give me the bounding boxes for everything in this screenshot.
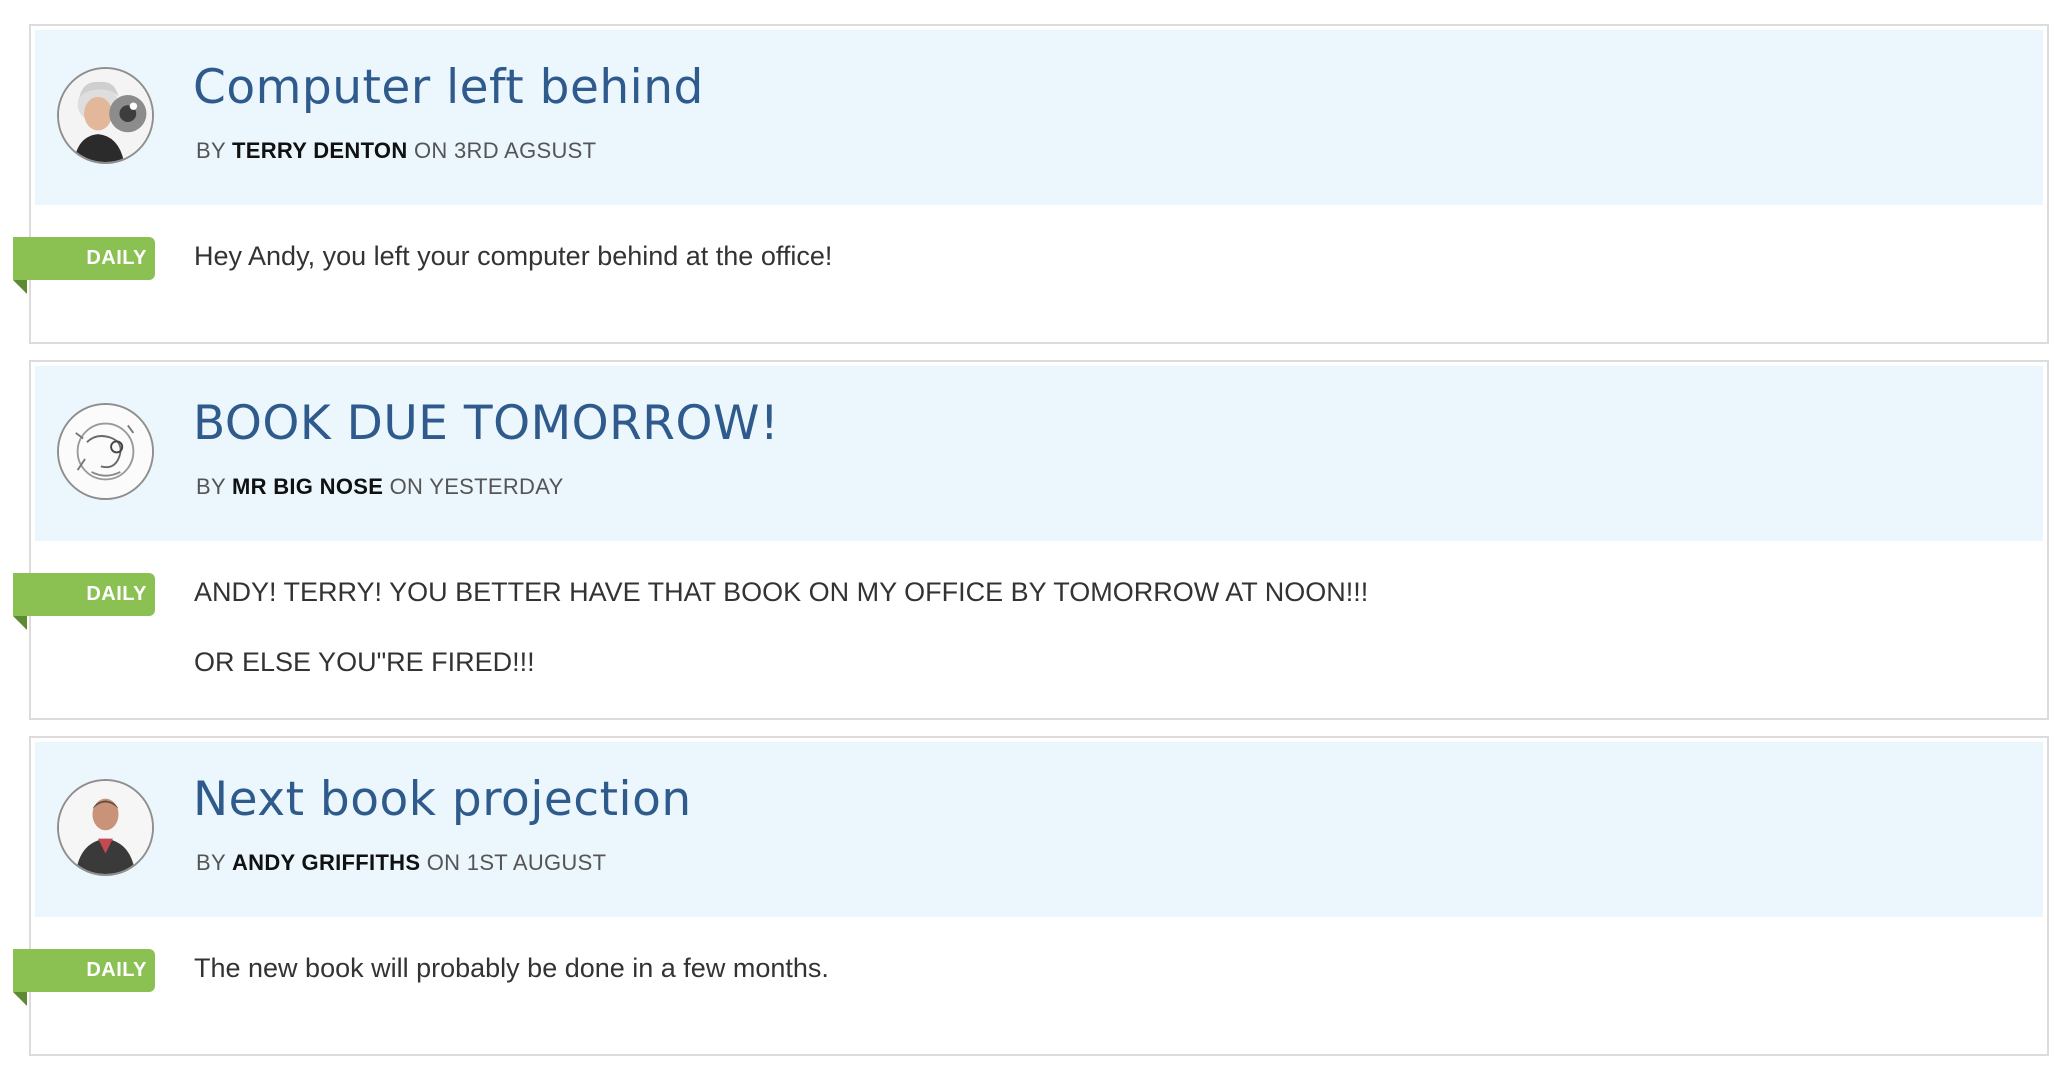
post-title[interactable]: Next book projection	[193, 772, 692, 827]
post-header: Next book projection BY ANDY GRIFFITHS O…	[35, 742, 2043, 917]
author-avatar[interactable]	[57, 67, 154, 164]
post-card: Computer left behind BY TERRY DENTON ON …	[13, 24, 2049, 344]
by-label: BY	[196, 850, 226, 875]
post-body: DAILY The new book will probably be done…	[13, 917, 2047, 1006]
category-ribbon: DAILY	[13, 573, 155, 630]
post-card: BOOK DUE TOMORROW! BY MR BIG NOSE ON YES…	[13, 360, 2049, 720]
on-label: ON	[389, 474, 424, 499]
post-body: DAILY Hey Andy, you left your computer b…	[13, 205, 2047, 294]
post-author[interactable]: TERRY DENTON	[232, 138, 408, 163]
author-avatar[interactable]	[57, 403, 154, 500]
post-text: ANDY! TERRY! YOU BETTER HAVE THAT BOOK O…	[194, 577, 1369, 607]
post-author[interactable]: ANDY GRIFFITHS	[232, 850, 420, 875]
post-header: Computer left behind BY TERRY DENTON ON …	[35, 30, 2043, 205]
person-photo-icon	[59, 69, 152, 162]
category-ribbon: DAILY	[13, 237, 155, 294]
post-meta: BY MR BIG NOSE ON YESTERDAY	[196, 474, 564, 500]
author-avatar[interactable]	[57, 779, 154, 876]
by-label: BY	[196, 138, 226, 163]
post-body: DAILY ANDY! TERRY! YOU BETTER HAVE THAT …	[13, 541, 2047, 699]
post-date: YESTERDAY	[429, 474, 564, 499]
sketch-drawing-icon	[59, 405, 152, 498]
post-header: BOOK DUE TOMORROW! BY MR BIG NOSE ON YES…	[35, 366, 2043, 541]
post-meta: BY TERRY DENTON ON 3RD AGSUST	[196, 138, 596, 164]
post-title[interactable]: BOOK DUE TOMORROW!	[193, 396, 779, 451]
post-date: 1ST AUGUST	[466, 850, 607, 875]
post-card: Next book projection BY ANDY GRIFFITHS O…	[13, 736, 2049, 1056]
on-label: ON	[413, 138, 448, 163]
post-meta: BY ANDY GRIFFITHS ON 1ST AUGUST	[196, 850, 606, 876]
person-photo-icon	[59, 781, 152, 874]
post-date: 3RD AGSUST	[454, 138, 597, 163]
post-text: Hey Andy, you left your computer behind …	[194, 241, 833, 271]
category-ribbon: DAILY	[13, 949, 155, 1006]
post-author[interactable]: MR BIG NOSE	[232, 474, 383, 499]
on-label: ON	[426, 850, 461, 875]
post-text: The new book will probably be done in a …	[194, 953, 829, 983]
post-feed: Computer left behind BY TERRY DENTON ON …	[13, 24, 2049, 1072]
post-text: OR ELSE YOU"RE FIRED!!!	[194, 647, 535, 677]
by-label: BY	[196, 474, 226, 499]
post-title[interactable]: Computer left behind	[193, 60, 704, 115]
